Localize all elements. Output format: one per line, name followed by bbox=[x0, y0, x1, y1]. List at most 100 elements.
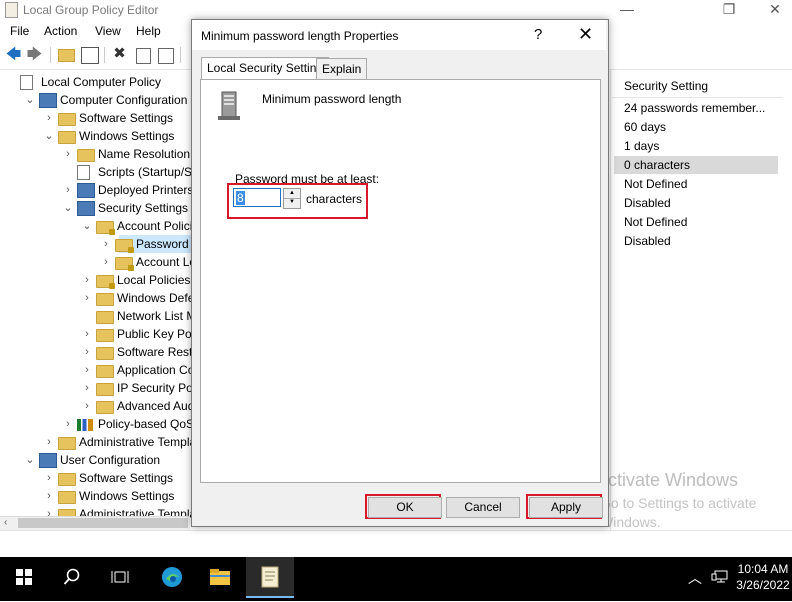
menu-view[interactable]: View bbox=[95, 24, 121, 38]
tree-item-label: Windows Defend bbox=[117, 291, 192, 305]
task-view-icon[interactable] bbox=[96, 557, 144, 597]
dialog-help-button[interactable]: ? bbox=[534, 26, 542, 43]
maximize-button[interactable]: ❐ bbox=[706, 0, 752, 20]
expand-caret-icon[interactable]: › bbox=[82, 325, 92, 343]
password-length-input[interactable]: 8 bbox=[233, 188, 281, 207]
tree-item[interactable]: › Application Cont bbox=[0, 361, 192, 379]
folder-icon bbox=[58, 437, 76, 450]
tree-item[interactable]: Network List Man bbox=[0, 307, 192, 325]
qos-icon bbox=[77, 419, 93, 431]
apply-button[interactable]: Apply bbox=[529, 497, 603, 518]
scrollbar-thumb[interactable] bbox=[18, 518, 188, 528]
tree-item[interactable]: › Administrative Template bbox=[0, 433, 192, 451]
collapse-caret-icon[interactable]: ⌄ bbox=[44, 127, 54, 145]
expand-caret-icon[interactable]: › bbox=[44, 433, 54, 451]
tree-item[interactable]: › Name Resolution Po bbox=[0, 145, 192, 163]
tree-item-label: Password Pol bbox=[136, 237, 192, 251]
chevron-up-icon[interactable]: ︿ bbox=[688, 568, 702, 588]
security-setting-value[interactable]: 60 days bbox=[614, 118, 778, 136]
expand-caret-icon[interactable]: › bbox=[44, 487, 54, 505]
length-spinner[interactable]: ▲ ▼ bbox=[283, 188, 301, 209]
tree-item[interactable]: › Password Pol bbox=[104, 235, 192, 253]
expand-caret-icon[interactable]: › bbox=[82, 271, 92, 289]
tree-item[interactable]: › Software Restricti bbox=[0, 343, 192, 361]
menu-file[interactable]: File bbox=[10, 24, 29, 38]
search-icon[interactable] bbox=[48, 557, 96, 597]
menu-help[interactable]: Help bbox=[136, 24, 161, 38]
expand-caret-icon[interactable]: › bbox=[101, 235, 111, 253]
expand-caret-icon[interactable]: › bbox=[82, 379, 92, 397]
expand-caret-icon[interactable]: › bbox=[101, 253, 111, 271]
edge-icon[interactable] bbox=[148, 557, 196, 597]
security-setting-value[interactable]: 24 passwords remember... bbox=[614, 99, 778, 117]
expand-caret-icon[interactable]: › bbox=[82, 361, 92, 379]
tree-item[interactable]: › Public Key Policie bbox=[0, 325, 192, 343]
tree-item[interactable]: › IP Security Policie bbox=[0, 379, 192, 397]
tree-item[interactable]: › Advanced Audit F bbox=[0, 397, 192, 415]
collapse-caret-icon[interactable]: ⌄ bbox=[82, 217, 92, 235]
tree-item[interactable]: › Windows Defend bbox=[0, 289, 192, 307]
security-setting-value[interactable]: Not Defined bbox=[614, 213, 778, 231]
network-icon[interactable] bbox=[711, 570, 729, 587]
folder-lock-icon bbox=[115, 257, 134, 271]
tree-item[interactable]: Scripts (Startup/Shut bbox=[0, 163, 192, 181]
file-explorer-icon[interactable] bbox=[196, 557, 244, 597]
security-setting-value[interactable]: Not Defined bbox=[614, 175, 778, 193]
ok-button[interactable]: OK bbox=[368, 497, 442, 518]
folder-icon bbox=[96, 401, 114, 414]
tree-item[interactable]: › Software Settings bbox=[0, 469, 192, 487]
group-policy-icon[interactable] bbox=[246, 557, 294, 597]
tree-item[interactable]: ⌄ Windows Settings bbox=[0, 127, 192, 145]
cancel-button[interactable]: Cancel bbox=[446, 497, 520, 518]
expand-caret-icon[interactable]: › bbox=[63, 181, 73, 199]
spin-down-icon[interactable]: ▼ bbox=[284, 198, 300, 207]
tree-item[interactable]: › Policy-based QoS bbox=[0, 415, 192, 433]
security-setting-value[interactable]: Disabled bbox=[614, 232, 778, 250]
show-hide-tree-icon[interactable] bbox=[81, 47, 99, 64]
minimize-button[interactable]: — bbox=[604, 0, 650, 20]
folder-icon bbox=[96, 347, 114, 360]
export-list-icon[interactable] bbox=[158, 48, 174, 64]
tree-item[interactable]: Local Computer Policy bbox=[0, 73, 192, 91]
collapse-caret-icon[interactable]: ⌄ bbox=[63, 199, 73, 217]
collapse-caret-icon[interactable]: ⌄ bbox=[25, 451, 35, 469]
column-header-security-setting[interactable]: Security Setting bbox=[624, 79, 708, 93]
delete-icon[interactable]: ✖ bbox=[111, 45, 128, 62]
expand-caret-icon[interactable]: › bbox=[82, 343, 92, 361]
dialog-close-button[interactable]: ✕ bbox=[578, 24, 593, 45]
expand-caret-icon[interactable]: › bbox=[82, 289, 92, 307]
expand-caret-icon[interactable]: › bbox=[44, 469, 54, 487]
tree-item[interactable]: › Windows Settings bbox=[0, 487, 192, 505]
tree-item[interactable]: ⌄ Account Policies bbox=[0, 217, 192, 235]
tree-item-label: Local Policies bbox=[117, 273, 191, 287]
tree-item[interactable]: ⌄ Security Settings bbox=[0, 199, 192, 217]
security-setting-value[interactable]: 0 characters bbox=[614, 156, 778, 174]
tree-item[interactable]: › Software Settings bbox=[0, 109, 192, 127]
security-setting-value[interactable]: 1 days bbox=[614, 137, 778, 155]
system-clock[interactable]: 10:04 AM 3/26/2022 bbox=[735, 561, 791, 593]
up-folder-icon[interactable] bbox=[58, 49, 75, 62]
expand-caret-icon[interactable]: › bbox=[82, 397, 92, 415]
expand-caret-icon[interactable]: › bbox=[63, 415, 73, 433]
tree-item[interactable]: ⌄ User Configuration bbox=[0, 451, 192, 469]
windows-start-icon[interactable] bbox=[0, 557, 48, 597]
tree-item[interactable]: › Deployed Printers bbox=[0, 181, 192, 199]
expand-caret-icon[interactable]: › bbox=[44, 109, 54, 127]
printer-icon bbox=[77, 183, 95, 198]
tree-item[interactable]: ⌄ Computer Configuration bbox=[0, 91, 192, 109]
tab-panel bbox=[200, 79, 601, 483]
scroll-left-icon[interactable]: ‹ bbox=[4, 517, 7, 528]
security-setting-value[interactable]: Disabled bbox=[614, 194, 778, 212]
menu-action[interactable]: Action bbox=[44, 24, 77, 38]
back-arrow-icon[interactable]: 🡄 bbox=[5, 46, 22, 63]
close-button[interactable]: ✕ bbox=[752, 0, 792, 20]
tree-item[interactable]: › Account Lock bbox=[0, 253, 192, 271]
tab-local-security-setting[interactable]: Local Security Setting bbox=[201, 57, 330, 80]
collapse-caret-icon[interactable]: ⌄ bbox=[25, 91, 35, 109]
properties-icon[interactable] bbox=[136, 48, 151, 64]
tree-item[interactable]: › Local Policies bbox=[0, 271, 192, 289]
forward-arrow-icon[interactable]: 🡆 bbox=[26, 46, 43, 63]
expand-caret-icon[interactable]: › bbox=[63, 145, 73, 163]
tab-explain[interactable]: Explain bbox=[316, 58, 368, 79]
tree-item-label: Advanced Audit F bbox=[117, 399, 192, 413]
